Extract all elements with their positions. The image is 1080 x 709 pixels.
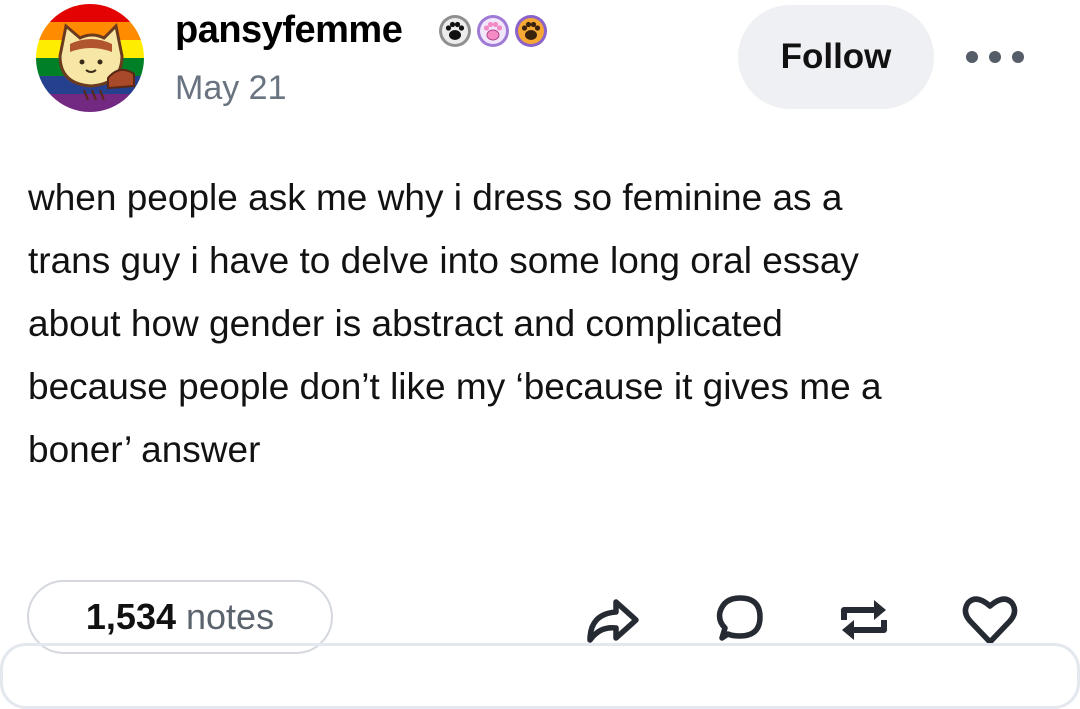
like-icon — [962, 596, 1018, 645]
black-paw-badge-icon[interactable] — [438, 14, 472, 48]
post-text-line: because people don’t like my ‘because it… — [28, 366, 882, 407]
pride-flag-cat-avatar — [36, 4, 144, 112]
dot — [966, 51, 978, 63]
avatar[interactable] — [36, 4, 144, 112]
post-text-line: about how gender is abstract and complic… — [28, 303, 783, 344]
card-border — [0, 643, 1080, 709]
reblog-icon — [841, 600, 887, 640]
follow-button[interactable]: Follow — [738, 5, 934, 109]
orange-paw-badge-icon[interactable] — [514, 14, 548, 48]
dot — [1012, 51, 1024, 63]
author-username[interactable]: pansyfemme — [175, 8, 403, 52]
post-text-line: trans guy i have to delve into some long… — [28, 240, 859, 281]
notes-label: notes — [186, 596, 275, 637]
post-text-line: boner’ answer — [28, 429, 261, 470]
badge-group — [438, 14, 548, 48]
notes-count: 1,534 — [85, 596, 176, 637]
share-icon — [587, 599, 639, 643]
post-date[interactable]: May 21 — [175, 68, 287, 108]
more-options-icon[interactable] — [966, 48, 1024, 66]
post-text: when people ask me why i dress so femini… — [28, 166, 1038, 481]
post-text-line: when people ask me why i dress so femini… — [28, 177, 843, 218]
post-card: pansyfemme May 21 Follow when people ask… — [0, 0, 1080, 709]
reply-icon — [716, 595, 763, 641]
dot — [989, 51, 1001, 63]
pink-paw-badge-icon[interactable] — [476, 14, 510, 48]
